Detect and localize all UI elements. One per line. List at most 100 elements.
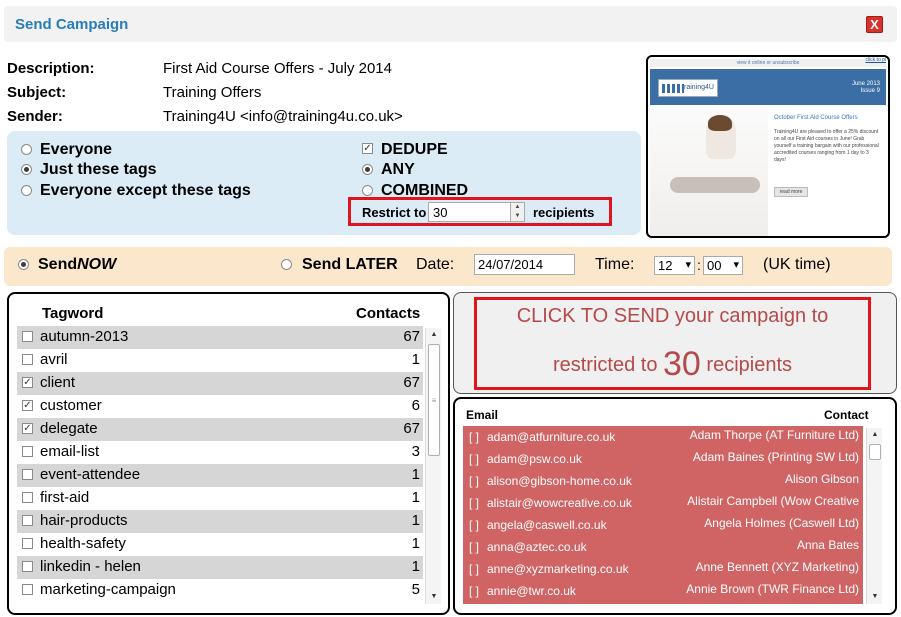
- preview-body: Training4U are pleased to offer a 25% di…: [774, 129, 879, 163]
- tag-checkbox[interactable]: [22, 446, 33, 457]
- tag-name: marketing-campaign: [40, 581, 176, 598]
- preview-logo-text: training4U: [682, 84, 714, 91]
- tag-row[interactable]: ✓ delegate 67: [17, 418, 423, 441]
- tag-row[interactable]: email-list 3: [17, 441, 423, 464]
- restrict-count-input[interactable]: [428, 202, 512, 222]
- recipients-scrollbar[interactable]: ▲ ▼: [866, 428, 882, 604]
- preview-photo-figure: [670, 177, 760, 193]
- tag-row[interactable]: ✓ client 67: [17, 372, 423, 395]
- radio-everyone-except[interactable]: [21, 185, 32, 196]
- recipient-email: alistair@wowcreative.co.uk: [487, 496, 632, 510]
- recipient-email: angela@caswell.co.uk: [487, 518, 607, 532]
- recipient-row[interactable]: [ ] adam@psw.co.uk Adam Baines (Printing S…: [463, 448, 863, 470]
- tag-checkbox[interactable]: [22, 331, 33, 342]
- recipient-checkbox[interactable]: [ ]: [469, 518, 479, 532]
- hour-select[interactable]: 12 ▾: [654, 256, 695, 275]
- recipient-checkbox[interactable]: [ ]: [469, 430, 479, 444]
- radio-any[interactable]: [362, 164, 373, 175]
- tag-row[interactable]: autumn-2013 67: [17, 326, 423, 349]
- time-label: Time:: [595, 256, 635, 273]
- recipient-email: anna@aztec.co.uk: [487, 540, 587, 554]
- recipient-row[interactable]: [ ] angela@caswell.co.uk Angela Holmes (Ca…: [463, 514, 863, 536]
- tag-count: 67: [403, 420, 420, 437]
- tag-row[interactable]: event-attendee 1: [17, 464, 423, 487]
- tag-checkbox[interactable]: [22, 561, 33, 572]
- tag-checkbox[interactable]: ✓: [22, 377, 33, 388]
- subject-value: Training Offers: [163, 84, 262, 101]
- recipient-row[interactable]: [ ] anne@xyzmarketing.co.uk Anne Bennett (…: [463, 558, 863, 580]
- tag-checkbox[interactable]: [22, 354, 33, 365]
- scroll-down-icon[interactable]: ▼: [426, 590, 442, 604]
- tag-row[interactable]: marketing-campaign 5: [17, 579, 423, 602]
- radio-combined[interactable]: [362, 185, 373, 196]
- recipient-checkbox[interactable]: [ ]: [469, 496, 479, 510]
- recipient-row[interactable]: [ ] adam@atfurniture.co.uk Adam Thorpe (AT…: [463, 426, 863, 448]
- date-input[interactable]: [474, 254, 575, 275]
- radio-send-later[interactable]: [281, 259, 292, 270]
- recipient-checkbox[interactable]: [ ]: [469, 474, 479, 488]
- tag-name: linkedin - helen: [40, 558, 141, 575]
- tag-header-tagword: Tagword: [42, 305, 104, 322]
- recipient-checkbox[interactable]: [ ]: [469, 562, 479, 576]
- tag-row[interactable]: ✓ customer 6: [17, 395, 423, 418]
- radio-any-label: ANY: [381, 161, 415, 178]
- sender-value: Training4U <info@training4u.co.uk>: [163, 108, 403, 125]
- recipient-row[interactable]: [ ] annie@twr.co.uk Annie Brown (TWR Finan…: [463, 580, 863, 602]
- email-preview-thumbnail[interactable]: view it online or unsubscribe click to p…: [646, 55, 890, 238]
- tag-checkbox[interactable]: [22, 584, 33, 595]
- send-button-line2[interactable]: restricted to 30 recipients: [474, 345, 871, 384]
- dedupe-checkbox[interactable]: ✓: [362, 143, 373, 154]
- restrict-spinner[interactable]: ▲ ▼: [510, 202, 525, 222]
- tag-row[interactable]: avril 1: [17, 349, 423, 372]
- recipient-row[interactable]: [ ] alison@gibson-home.co.uk Alison Gibson: [463, 470, 863, 492]
- tag-checkbox[interactable]: ✓: [22, 400, 33, 411]
- radio-send-now[interactable]: [18, 259, 29, 270]
- scroll-up-icon[interactable]: ▲: [426, 328, 442, 342]
- scroll-up-icon[interactable]: ▲: [867, 428, 883, 442]
- recipient-email: adam@psw.co.uk: [487, 452, 582, 466]
- tag-count: 67: [403, 328, 420, 345]
- recipient-checkbox[interactable]: [ ]: [469, 452, 479, 466]
- send-now-label: SendNOW: [38, 256, 116, 274]
- tag-checkbox[interactable]: ✓: [22, 423, 33, 434]
- preview-click-link[interactable]: click to pl: [865, 57, 886, 63]
- send-button-line1[interactable]: CLICK TO SEND your campaign to: [474, 305, 871, 328]
- minute-select[interactable]: 00 ▾: [703, 256, 743, 275]
- tag-name: autumn-2013: [40, 328, 129, 345]
- recipient-checkbox[interactable]: [ ]: [469, 540, 479, 554]
- dialog-titlebar: [4, 6, 897, 42]
- tag-checkbox[interactable]: [22, 538, 33, 549]
- scroll-thumb[interactable]: ≡: [428, 344, 440, 456]
- tag-list-scrollbar[interactable]: ▲ ≡ ▼: [425, 328, 441, 604]
- scroll-thumb[interactable]: [869, 444, 881, 460]
- preview-read-more-button[interactable]: read more: [774, 187, 808, 197]
- minute-value: 00: [707, 258, 722, 273]
- scroll-down-icon[interactable]: ▼: [867, 590, 883, 604]
- tag-checkbox[interactable]: [22, 469, 33, 480]
- preview-logo: training4U: [658, 79, 718, 97]
- preview-issue-number: Issue 9: [860, 88, 880, 94]
- spinner-up-icon[interactable]: ▲: [511, 203, 524, 212]
- tag-checkbox[interactable]: [22, 515, 33, 526]
- preview-heading: October First Aid Course Offers: [774, 115, 858, 121]
- send-now-label-now: NOW: [77, 256, 117, 273]
- tag-name: email-list: [40, 443, 100, 460]
- recipient-checkbox[interactable]: [ ]: [469, 584, 479, 598]
- radio-just-these-tags[interactable]: [21, 164, 32, 175]
- tag-checkbox[interactable]: [22, 492, 33, 503]
- recipient-row[interactable]: [ ] anna@aztec.co.uk Anna Bates: [463, 536, 863, 558]
- preview-issue-date: June 2013: [851, 81, 880, 87]
- tag-count: 5: [411, 581, 420, 598]
- spinner-down-icon[interactable]: ▼: [511, 212, 524, 221]
- preview-content: [770, 107, 886, 236]
- preview-issue: June 2013 Issue 9: [852, 81, 880, 95]
- radio-everyone[interactable]: [21, 144, 32, 155]
- tag-row[interactable]: health-safety 1: [17, 533, 423, 556]
- recipient-row[interactable]: [ ] alistair@wowcreative.co.uk Alistair Ca…: [463, 492, 863, 514]
- recipient-email: alison@gibson-home.co.uk: [487, 474, 632, 488]
- tag-row[interactable]: hair-products 1: [17, 510, 423, 533]
- tag-row[interactable]: linkedin - helen 1: [17, 556, 423, 579]
- tag-row[interactable]: first-aid 1: [17, 487, 423, 510]
- close-icon[interactable]: X: [866, 16, 883, 33]
- tag-count: 67: [403, 374, 420, 391]
